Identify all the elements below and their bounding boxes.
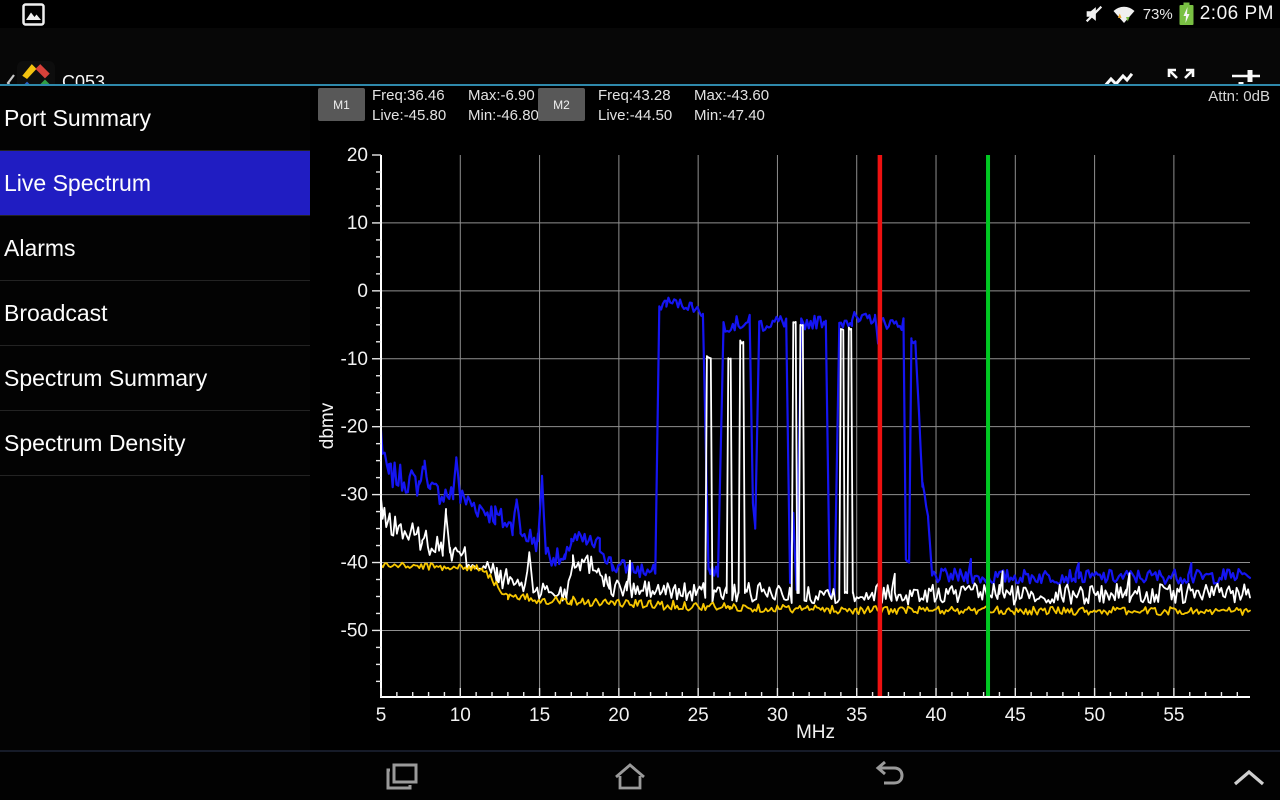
tick-labels: 5 10 15 20 25 30 35 40 45 50 55 20 10 0 -10 -20 -30 -40 -5… xyxy=(341,145,1185,726)
m1-min: Min:-46.80 xyxy=(468,106,539,126)
svg-text:30: 30 xyxy=(767,705,788,726)
sidebar-item-port-summary[interactable]: Port Summary xyxy=(0,86,310,151)
m1-live: Live:-45.80 xyxy=(372,106,456,126)
sidebar-item-live-spectrum[interactable]: Live Spectrum xyxy=(0,151,310,216)
svg-text:20: 20 xyxy=(347,145,368,166)
m1-max: Max:-6.90 xyxy=(468,86,539,106)
spectrum-chart[interactable]: 5 10 15 20 25 30 35 40 45 50 55 20 10 0 -10 -20 -30 -40 -5… xyxy=(310,125,1280,750)
x-axis-label: MHz xyxy=(796,722,835,743)
svg-text:50: 50 xyxy=(1084,705,1105,726)
sidebar-item-label: Broadcast xyxy=(4,300,108,327)
svg-text:10: 10 xyxy=(347,213,368,234)
trace-max-hold xyxy=(381,298,1250,597)
battery-percent: 73% xyxy=(1143,6,1173,23)
svg-text:5: 5 xyxy=(376,705,387,726)
sidebar-menu: Port Summary Live Spectrum Alarms Broadc… xyxy=(0,86,310,750)
marker-m1-readout: Freq:36.46 Max:-6.90 Live:-45.80 Min:-46… xyxy=(372,86,539,125)
gridlines xyxy=(381,155,1250,697)
svg-text:-30: -30 xyxy=(341,485,368,506)
svg-text:45: 45 xyxy=(1005,705,1026,726)
attenuation-readout: Attn: 0dB xyxy=(1208,88,1270,105)
screen: { "status_bar": { "battery_pct": "73%", … xyxy=(0,0,1280,800)
svg-text:-50: -50 xyxy=(341,620,368,641)
sidebar-item-broadcast[interactable]: Broadcast xyxy=(0,281,310,346)
svg-text:-40: -40 xyxy=(341,553,368,574)
sidebar-item-label: Alarms xyxy=(4,235,76,262)
m2-freq: Freq:43.28 xyxy=(598,86,682,106)
navigation-bar xyxy=(0,750,1280,800)
svg-text:40: 40 xyxy=(925,705,946,726)
battery-icon xyxy=(1179,2,1194,26)
sidebar-item-label: Live Spectrum xyxy=(4,170,151,197)
sidebar-item-label: Spectrum Summary xyxy=(4,365,207,392)
recent-apps-button[interactable] xyxy=(384,760,420,794)
svg-text:35: 35 xyxy=(846,705,867,726)
clock: 2:06 PM xyxy=(1200,3,1274,25)
marker-m2-readout: Freq:43.28 Max:-43.60 Live:-44.50 Min:-4… xyxy=(598,86,769,125)
m1-freq: Freq:36.46 xyxy=(372,86,456,106)
sidebar-item-label: Spectrum Density xyxy=(4,430,186,457)
marker-m2-label: M2 xyxy=(553,98,570,112)
svg-text:10: 10 xyxy=(450,705,471,726)
sidebar-item-label: Port Summary xyxy=(4,105,151,132)
spectrum-svg: 5 10 15 20 25 30 35 40 45 50 55 20 10 0 -10 -20 -30 -40 -5… xyxy=(310,125,1280,750)
y-axis-label: dbmv xyxy=(317,402,338,449)
status-bar: 73% 2:06 PM xyxy=(0,0,1280,28)
marker-m1-label: M1 xyxy=(333,98,350,112)
svg-text:-10: -10 xyxy=(341,349,368,370)
svg-text:55: 55 xyxy=(1163,705,1184,726)
screenshot-icon xyxy=(22,3,45,26)
tick-marks xyxy=(372,155,1237,697)
svg-text:0: 0 xyxy=(357,281,368,302)
wifi-icon xyxy=(1111,2,1137,26)
m2-min: Min:-47.40 xyxy=(694,106,769,126)
sidebar-item-alarms[interactable]: Alarms xyxy=(0,216,310,281)
marker-m2-chip[interactable]: M2 xyxy=(538,88,585,121)
m2-live: Live:-44.50 xyxy=(598,106,682,126)
m2-max: Max:-43.60 xyxy=(694,86,769,106)
back-button[interactable] xyxy=(868,760,906,794)
mute-icon xyxy=(1083,3,1105,25)
svg-text:20: 20 xyxy=(608,705,629,726)
svg-text:-20: -20 xyxy=(341,417,368,438)
marker-m1-chip[interactable]: M1 xyxy=(318,88,365,121)
svg-text:15: 15 xyxy=(529,705,550,726)
marker-info-bar: M1 Freq:36.46 Max:-6.90 Live:-45.80 Min:… xyxy=(310,86,1280,125)
sidebar-item-spectrum-summary[interactable]: Spectrum Summary xyxy=(0,346,310,411)
svg-text:25: 25 xyxy=(688,705,709,726)
app-bar: C053 xyxy=(0,28,1280,84)
sidebar-item-spectrum-density[interactable]: Spectrum Density xyxy=(0,411,310,476)
chevron-up-icon[interactable] xyxy=(1232,768,1266,788)
home-button[interactable] xyxy=(612,760,648,794)
